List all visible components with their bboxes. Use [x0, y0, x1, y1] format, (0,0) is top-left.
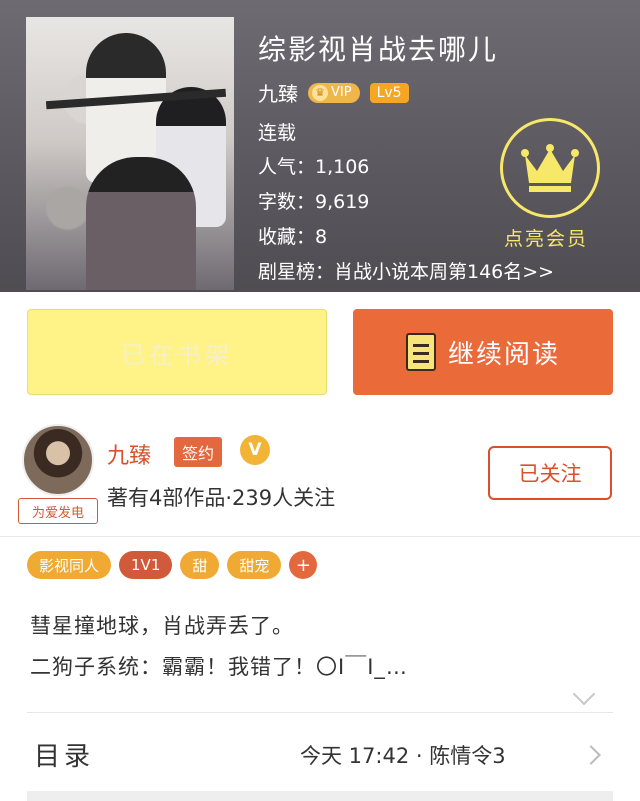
author-name[interactable]: 九臻 — [107, 438, 151, 470]
add-tag-button[interactable]: + — [289, 551, 318, 579]
crown-icon — [521, 144, 579, 192]
verified-icon: V — [240, 435, 270, 465]
book-header: 综影视肖战去哪儿 九臻 ♛ VIP Lv5 连载 人气：1,106 字数：9,6… — [0, 0, 640, 292]
divider — [27, 712, 613, 713]
vip-member-circle — [500, 118, 600, 218]
book-title: 综影视肖战去哪儿 — [258, 33, 499, 66]
chevron-right-icon[interactable] — [581, 745, 601, 765]
tag-chip[interactable]: 影视同人 — [27, 551, 112, 579]
book-icon — [405, 333, 436, 371]
book-favorites: 收藏：8 — [258, 226, 328, 248]
tag-chip[interactable]: 甜 — [180, 551, 220, 579]
tag-list: 影视同人 1V1 甜 甜宠 + — [27, 551, 318, 579]
avatar-tag: 为爱发电 — [18, 498, 98, 524]
vip-badge-label: VIP — [331, 85, 352, 100]
toc-label[interactable]: 目录 — [34, 736, 94, 773]
description-line: 彗星撞地球，肖战弄丢了。 — [30, 614, 294, 638]
book-popularity: 人气：1,106 — [258, 156, 370, 178]
tag-chip[interactable]: 1V1 — [119, 551, 173, 579]
book-word-count: 字数：9,619 — [258, 191, 370, 213]
divider — [0, 536, 640, 537]
tag-chip[interactable]: 甜宠 — [227, 551, 282, 579]
chevron-down-icon[interactable] — [572, 682, 596, 706]
continue-reading-label: 继续阅读 — [447, 339, 560, 370]
cover-figure — [86, 157, 196, 290]
bottom-bar — [27, 791, 613, 801]
level-badge: Lv5 — [369, 82, 409, 103]
author-row: 九臻 ♛ VIP Lv5 — [258, 78, 409, 107]
toc-latest-chapter[interactable]: 今天 17:42 · 陈情令3 — [300, 740, 506, 770]
author-avatar[interactable] — [22, 424, 94, 496]
description-line: 二狗子系统：霸霸！我错了！〇I￣I_… — [30, 655, 408, 679]
on-shelf-button[interactable]: 已在书架 — [27, 309, 327, 395]
vip-member-label: 点亮会员 — [504, 228, 589, 250]
book-status: 连载 — [258, 122, 297, 144]
vip-member-button[interactable]: 点亮会员 — [500, 118, 600, 250]
author-stats: 著有4部作品·239人关注 — [107, 486, 336, 510]
book-ranking-link[interactable]: 剧星榜：肖战小说本周第146名>> — [258, 257, 554, 284]
continue-reading-button[interactable]: 继续阅读 — [353, 309, 613, 395]
book-cover[interactable] — [26, 17, 234, 290]
signed-badge: 签约 — [174, 437, 223, 467]
vip-badge: ♛ VIP — [308, 82, 360, 103]
book-author[interactable]: 九臻 — [258, 78, 298, 107]
followed-button[interactable]: 已关注 — [488, 446, 612, 500]
crown-icon: ♛ — [312, 84, 328, 101]
